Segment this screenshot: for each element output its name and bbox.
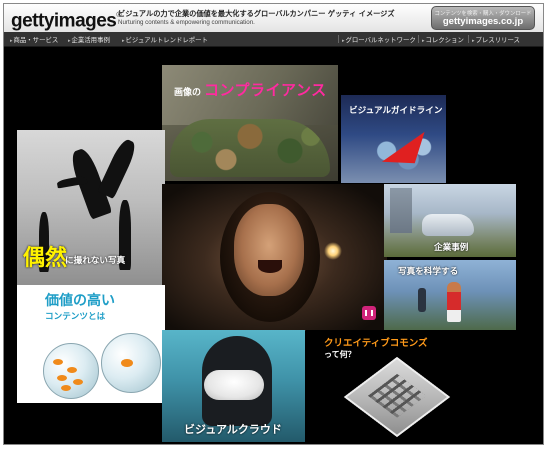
bokeh-light — [324, 242, 342, 260]
tile-guideline-title: ビジュアルガイドライン — [349, 106, 443, 116]
nav-link-trend-report[interactable]: ビジュアルトレンドレポート — [122, 35, 208, 44]
site-button-domain: gettyimages.co.jp — [442, 16, 524, 27]
white-car-image — [422, 214, 474, 236]
goldfish-icon — [61, 385, 71, 391]
site-header: gettyimages® ビジュアルの力で企業の価値を最大化するグローバルカンパ… — [4, 4, 543, 33]
tile-corporate-cases[interactable]: 企業事例 — [384, 184, 516, 257]
building-image — [390, 188, 412, 233]
nav-link-press-releases[interactable]: プレスリリース — [472, 35, 520, 44]
open-mouth — [258, 260, 282, 273]
goldfish-icon — [67, 367, 77, 373]
nav-divider — [418, 35, 419, 43]
tagline-english: Nurturing contents & empowering communic… — [118, 19, 255, 26]
tile-photo-science[interactable]: 写真を科学する — [384, 260, 516, 330]
goldfish-icon — [73, 379, 83, 385]
girl-figure — [447, 282, 461, 322]
tile-cc-subtitle: って何？ — [324, 350, 356, 359]
tile-contents-line2: コンテンツとは — [45, 312, 106, 322]
nav-link-collections[interactable]: コレクション — [422, 35, 464, 44]
camouflaged-car-image — [170, 119, 330, 177]
tile-chance-highlight: 偶然 — [23, 246, 68, 271]
tile-cloud-title: ビジュアルクラウド — [184, 423, 282, 436]
equalizer-badge-icon — [362, 306, 376, 320]
tile-compliance-title: コンプライアンス — [204, 81, 327, 99]
tile-corporate-title: 企業事例 — [434, 243, 469, 253]
tile-visual-cloud[interactable]: ビジュアルクラウド — [162, 330, 305, 442]
nav-link-global-network[interactable]: グローバルネットワーク — [342, 35, 416, 44]
nav-link-case-studies[interactable]: 企業活用事例 — [68, 35, 110, 44]
global-nav-bar: 商品・サービス 企業活用事例 ビジュアルトレンドレポート グローバルネットワーク… — [4, 32, 543, 47]
miniature-room-image — [343, 356, 451, 438]
tile-cc-title: クリエイティブコモンズ — [324, 338, 428, 349]
tile-chance-photos[interactable]: 偶然 に撮れない写真 — [17, 130, 165, 286]
tile-creative-commons[interactable]: クリエイティブコモンズ って何？ — [306, 330, 461, 442]
tile-science-title: 写真を科学する — [398, 267, 459, 277]
tile-featured-smiling-woman[interactable] — [162, 184, 387, 331]
goldfish-icon — [53, 359, 63, 365]
tile-compliance-prefix: 画像の — [174, 88, 202, 98]
child-figure — [418, 288, 426, 312]
nav-divider — [338, 35, 339, 43]
nav-link-products-services[interactable]: 商品・サービス — [10, 35, 59, 44]
goldfish-icon — [57, 375, 67, 381]
tile-contents-line1: 価値の高い — [45, 293, 115, 309]
goldfish-icon — [121, 359, 133, 367]
smiling-face — [234, 204, 304, 296]
gettyimages-site-button[interactable]: コンテンツを検索・購入・ダウンロード gettyimages.co.jp — [431, 6, 535, 30]
tile-visual-guideline[interactable]: ビジュアルガイドライン — [341, 95, 446, 183]
nav-divider — [468, 35, 469, 43]
tile-chance-caption: に撮れない写真 — [65, 256, 126, 266]
acrobat-silhouette — [97, 137, 139, 199]
tile-image-compliance[interactable]: 画像の コンプライアンス — [162, 65, 338, 181]
tile-valuable-contents[interactable]: 価値の高い コンテンツとは — [17, 285, 165, 403]
logo-text: gettyimages — [11, 10, 117, 32]
page-frame: gettyimages® ビジュアルの力で企業の価値を最大化するグローバルカンパ… — [3, 3, 544, 445]
gettyimages-logo[interactable]: gettyimages® — [11, 7, 122, 32]
cloud-icon — [204, 370, 264, 400]
tagline-japanese: ビジュアルの力で企業の価値を最大化するグローバルカンパニー ゲッティ イメージズ — [118, 9, 395, 18]
